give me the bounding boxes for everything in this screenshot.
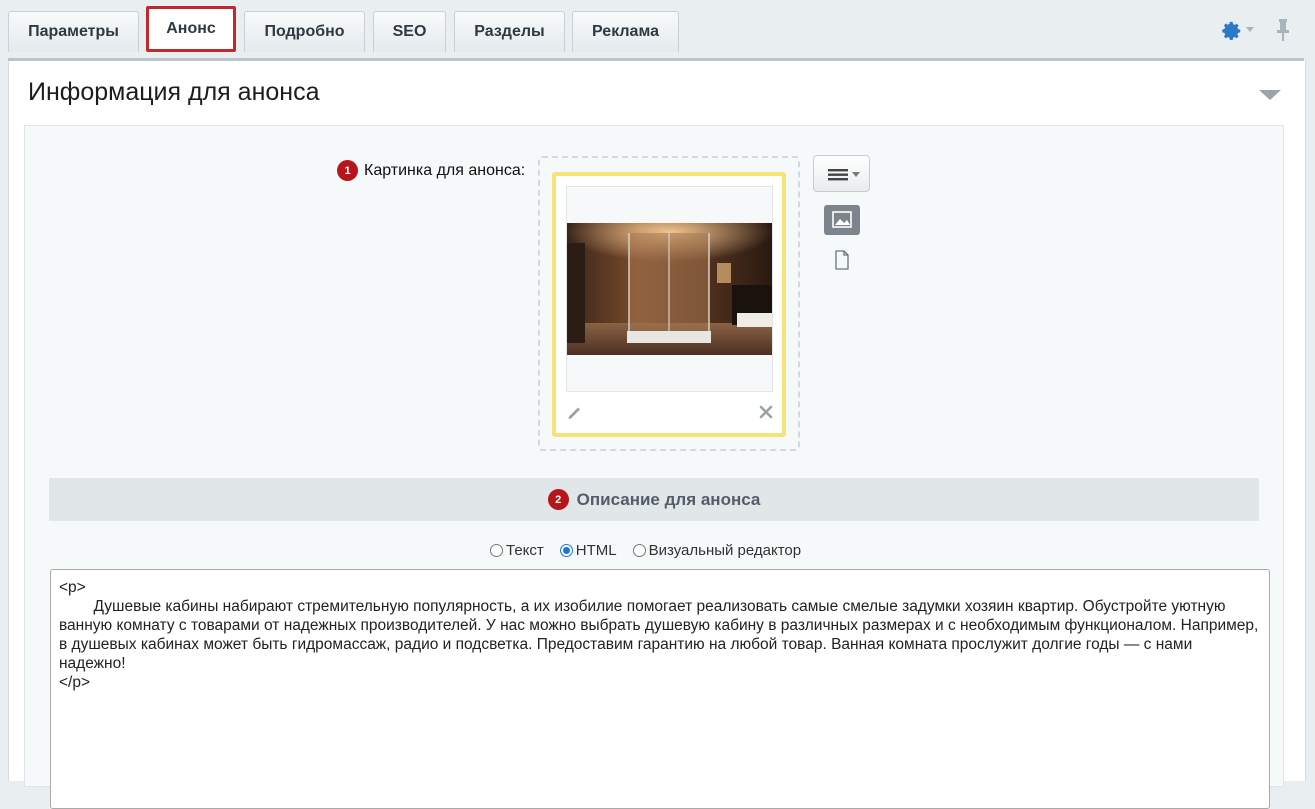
tab-seo[interactable]: SEO	[373, 11, 446, 52]
preview-image-label-text: Картинка для анонса:	[364, 161, 526, 179]
tab-advertising[interactable]: Реклама	[572, 11, 679, 52]
chevron-down-icon[interactable]	[1246, 27, 1254, 32]
tab-bar: Параметры Анонс Подробно SEO Разделы Рек…	[0, 0, 1315, 60]
announce-panel: Информация для анонса 1 Картинка для ано…	[8, 61, 1306, 809]
tab-sections[interactable]: Разделы	[454, 11, 565, 52]
radio-button[interactable]	[490, 544, 503, 557]
image-source-button[interactable]	[824, 205, 860, 235]
image-menu-button[interactable]	[813, 155, 870, 192]
format-option-visual-editor[interactable]: Визуальный редактор	[632, 542, 802, 559]
radio-button[interactable]	[559, 544, 573, 557]
format-option-html[interactable]: HTML	[559, 542, 617, 559]
format-option-text[interactable]: Текст	[490, 542, 544, 559]
format-option-label: Визуальный редактор	[648, 542, 802, 559]
image-card	[552, 172, 786, 437]
gear-icon[interactable]	[1221, 20, 1243, 42]
panel-body: 1 Картинка для анонса: 2 Описание для ан…	[24, 125, 1284, 809]
format-option-label: HTML	[575, 542, 617, 559]
tab-announce[interactable]: Анонс	[146, 6, 236, 52]
preview-image-label: 1 Картинка для анонса:	[337, 160, 525, 181]
step-badge: 1	[337, 160, 358, 181]
image-dropzone[interactable]	[538, 156, 800, 451]
preview-photo	[567, 223, 772, 355]
image-icon	[832, 211, 852, 228]
radio-button[interactable]	[632, 544, 646, 557]
format-selector: Текст HTML Визуальный редактор	[490, 542, 801, 559]
description-section-header: 2 Описание для анонса	[49, 478, 1259, 521]
tab-details[interactable]: Подробно	[244, 11, 365, 52]
file-icon[interactable]	[833, 250, 851, 270]
collapse-icon[interactable]	[1259, 90, 1281, 100]
step-badge: 2	[547, 489, 569, 510]
description-textarea[interactable]: <p> Душевые кабины набирают стремительну…	[50, 569, 1270, 809]
image-frame	[566, 186, 773, 392]
format-option-label: Текст	[506, 542, 544, 559]
close-icon[interactable]	[757, 403, 775, 421]
panel-title: Информация для анонса	[28, 78, 320, 106]
tab-parameters[interactable]: Параметры	[8, 11, 139, 52]
pencil-icon[interactable]	[566, 403, 584, 421]
menu-icon	[828, 169, 860, 181]
description-section-title: Описание для анонса	[576, 489, 761, 509]
pin-icon[interactable]	[1274, 18, 1292, 42]
